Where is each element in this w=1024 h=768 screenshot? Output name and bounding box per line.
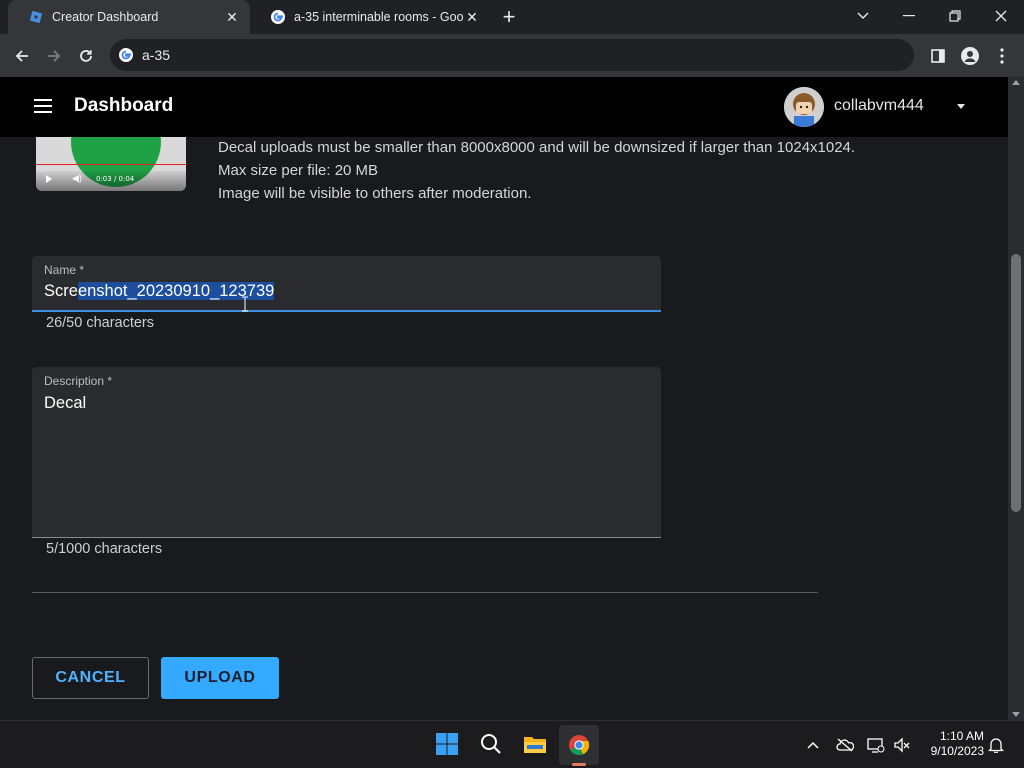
start-button[interactable]	[432, 729, 462, 759]
chevron-down-icon	[857, 12, 869, 19]
description-character-count: 5/1000 characters	[46, 541, 163, 557]
cloud-offline-icon	[836, 738, 854, 752]
scroll-up-icon[interactable]	[1012, 80, 1020, 85]
tab-creator-dashboard[interactable]: Creator Dashboard ✕	[8, 0, 250, 34]
volume-button[interactable]	[892, 735, 912, 755]
chrome-button[interactable]	[559, 725, 599, 765]
address-text: a-35	[142, 47, 171, 63]
page-scrollbar[interactable]	[1008, 77, 1024, 720]
volume-muted-icon	[894, 737, 910, 753]
minimize-button[interactable]	[886, 0, 932, 32]
profile-icon	[961, 47, 979, 65]
description-input[interactable]: Decal	[44, 394, 86, 413]
clock-time: 1:10 AM	[939, 729, 984, 743]
more-vert-icon	[1000, 48, 1004, 64]
google-icon	[119, 48, 133, 62]
tab-title: Creator Dashboard	[52, 10, 159, 24]
tab-search-button[interactable]	[840, 0, 886, 32]
network-icon	[867, 738, 885, 753]
max-size-text: Max size per file: 20 MB	[218, 162, 379, 179]
caret-down-icon[interactable]	[957, 104, 965, 109]
address-bar[interactable]: a-35	[110, 39, 914, 71]
google-icon	[271, 10, 285, 24]
minimize-icon	[903, 15, 915, 17]
close-icon	[995, 10, 1007, 22]
tab-title: a-35 interminable rooms - Goog	[294, 10, 464, 24]
roblox-icon	[29, 10, 43, 24]
browser-menu-button[interactable]	[990, 44, 1014, 68]
system-clock[interactable]: 1:10 AM 9/10/2023	[918, 729, 984, 759]
page-title: Dashboard	[74, 95, 174, 116]
taskbar: 1:10 AM 9/10/2023	[0, 720, 1024, 768]
video-time: 0:03 / 0:04	[96, 175, 135, 183]
username[interactable]: collabvm444	[834, 97, 924, 115]
folder-icon	[524, 737, 546, 753]
windows-icon	[436, 733, 458, 755]
close-window-button[interactable]	[978, 0, 1024, 32]
name-label: Name *	[44, 263, 85, 277]
menu-icon[interactable]	[34, 99, 52, 113]
close-tab-icon[interactable]: ✕	[224, 9, 240, 26]
chevron-up-icon	[807, 741, 819, 749]
decal-preview: ◀) 0:03 / 0:04	[36, 137, 186, 191]
close-tab-icon[interactable]: ✕	[464, 9, 480, 26]
app-header: Dashboard collabvm444	[0, 77, 1008, 137]
page-content: ◀) 0:03 / 0:04 Dashboard collabvm444 Dec…	[0, 77, 1008, 720]
network-button[interactable]	[866, 735, 886, 755]
search-button[interactable]	[476, 729, 506, 759]
avatar-image	[784, 87, 824, 127]
search-icon	[481, 734, 501, 754]
show-hidden-icons-button[interactable]	[803, 735, 823, 755]
moderation-notice: Image will be visible to others after mo…	[218, 185, 532, 202]
avatar[interactable]	[784, 87, 824, 127]
forward-button[interactable]	[42, 44, 66, 68]
volume-icon[interactable]: ◀)	[72, 173, 82, 184]
notifications-button[interactable]	[986, 735, 1006, 755]
bell-icon	[988, 738, 1004, 753]
upload-button[interactable]: UPLOAD	[161, 657, 279, 699]
profile-button[interactable]	[958, 44, 982, 68]
description-label: Description *	[44, 374, 113, 388]
text-cursor-icon	[242, 296, 248, 312]
chrome-icon	[569, 735, 590, 756]
description-field[interactable]: Description * Decal	[32, 367, 661, 538]
side-panel-button[interactable]	[926, 44, 950, 68]
scroll-down-icon[interactable]	[1012, 712, 1020, 717]
name-text-unselected: Scre	[44, 282, 78, 300]
restore-button[interactable]	[932, 0, 978, 32]
play-icon[interactable]	[46, 175, 52, 183]
arrow-left-icon	[15, 50, 28, 62]
side-panel-icon	[931, 49, 945, 63]
name-input[interactable]: Screenshot_20230910_123739	[44, 282, 275, 301]
back-button[interactable]	[10, 44, 34, 68]
running-indicator	[572, 763, 586, 766]
onedrive-button[interactable]	[835, 735, 855, 755]
reload-icon	[80, 50, 92, 62]
file-explorer-button[interactable]	[520, 729, 550, 759]
reload-button[interactable]	[74, 44, 98, 68]
arrow-right-icon	[48, 50, 61, 62]
upload-requirement-text: Decal uploads must be smaller than 8000x…	[218, 139, 856, 156]
name-character-count: 26/50 characters	[46, 315, 155, 331]
divider	[32, 592, 818, 593]
scrollbar-thumb[interactable]	[1011, 254, 1021, 512]
progress-line	[36, 164, 186, 165]
browser-toolbar: a-35	[0, 34, 1024, 77]
cancel-button[interactable]: CANCEL	[32, 657, 149, 699]
restore-icon	[949, 10, 961, 22]
new-tab-button[interactable]: +	[499, 6, 519, 28]
tab-search-results[interactable]: a-35 interminable rooms - Goog ✕	[250, 0, 490, 34]
clock-date: 9/10/2023	[930, 744, 984, 758]
browser-tabstrip: Creator Dashboard ✕ a-35 interminable ro…	[0, 0, 1024, 34]
name-field[interactable]: Name * Screenshot_20230910_123739	[32, 256, 661, 312]
